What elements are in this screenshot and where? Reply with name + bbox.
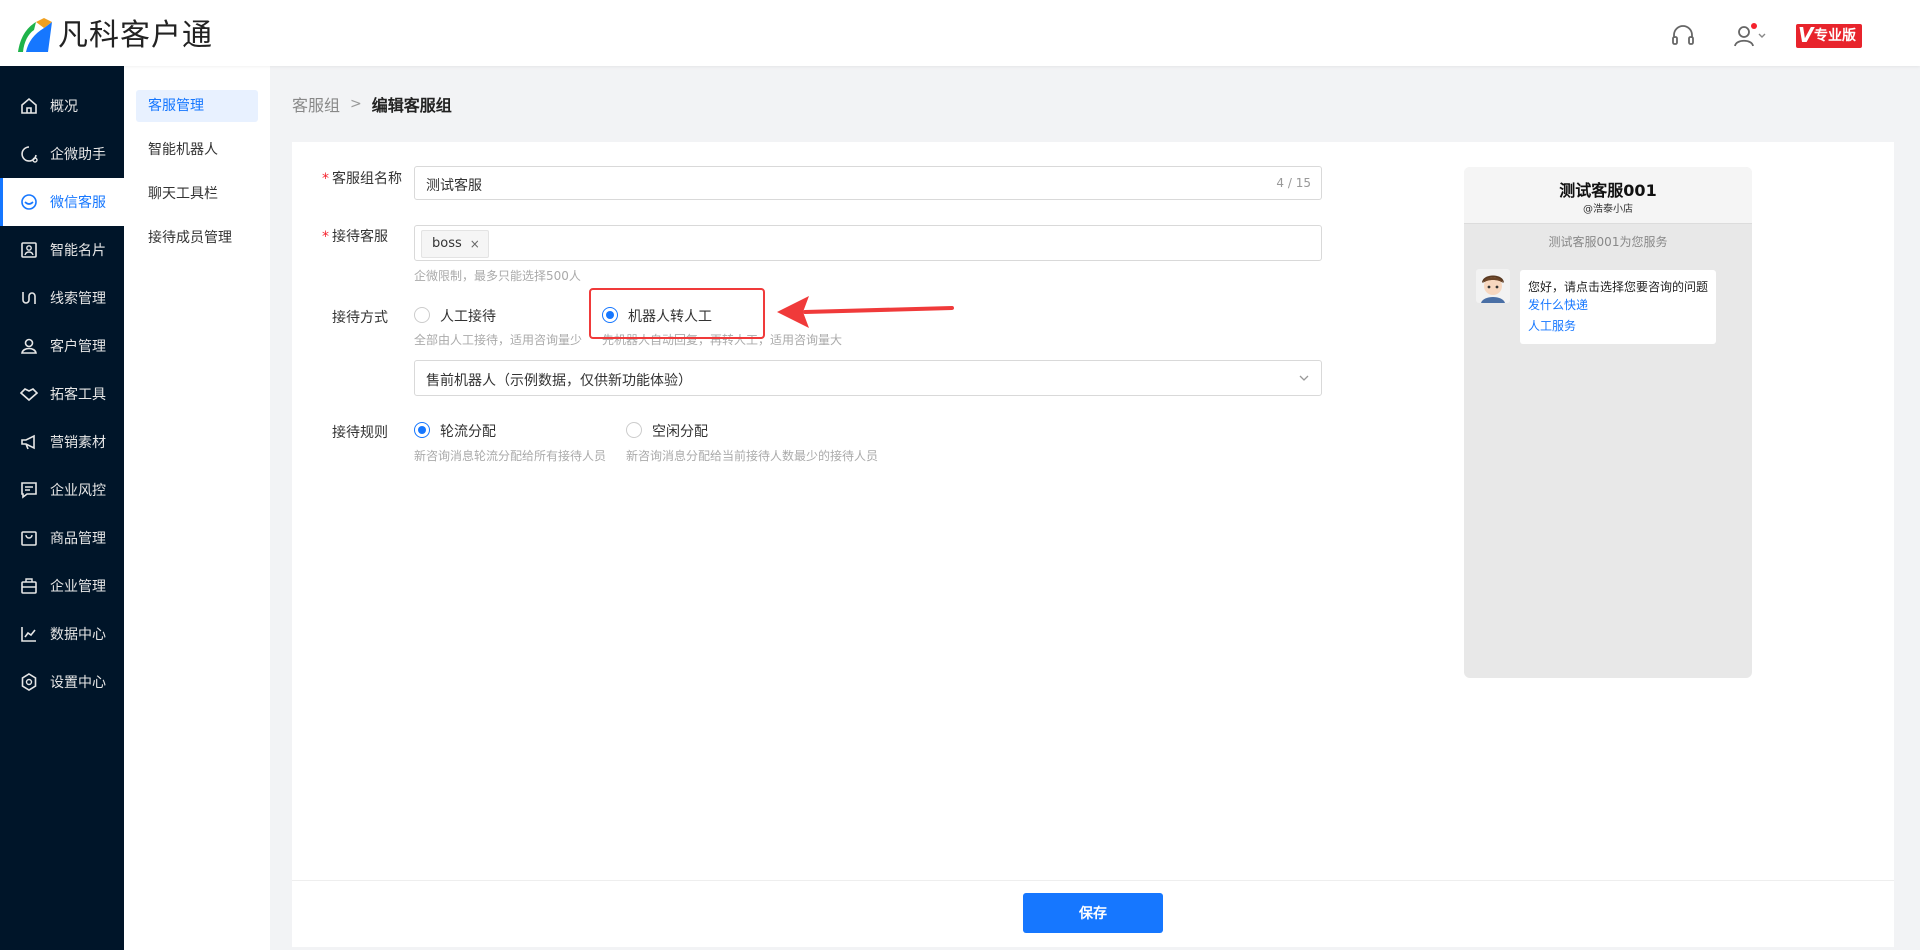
breadcrumb-separator: > [350, 96, 362, 112]
preview-subtitle: @浩泰小店 [1583, 204, 1633, 215]
breadcrumb-parent[interactable]: 客服组 [292, 92, 340, 116]
save-button[interactable]: 保存 [1023, 893, 1163, 933]
preview-serving-text: 测试客服001为您服务 [1548, 235, 1668, 249]
submenu-agent-member-management[interactable]: 接待成员管理 [136, 222, 258, 254]
annotation-highlight-box [589, 288, 765, 339]
rule-idle-hint: 新咨询消息分配给当前接待人数最少的接待人员 [626, 449, 879, 463]
rule-round-robin-radio[interactable] [414, 422, 430, 438]
nav-item-risk-control[interactable]: 企业风控 [0, 466, 124, 514]
annotation-arrow-icon [777, 296, 954, 328]
user-menu-icon[interactable] [1732, 23, 1772, 49]
rule-round-robin-label[interactable]: 轮流分配 [440, 421, 496, 441]
char-counter: 4 / 15 [1276, 176, 1311, 190]
nav-item-wecom-assistant[interactable]: 企微助手 [0, 130, 124, 178]
mode-manual-hint: 全部由人工接待，适用咨询量少 [414, 333, 583, 347]
wechat-service-icon [21, 194, 37, 210]
nav-item-enterprise[interactable]: 企业管理 [0, 562, 124, 610]
nav-item-leads[interactable]: 线索管理 [0, 274, 124, 322]
risk-icon [21, 482, 37, 499]
sub-menu: 客服管理 智能机器人 聊天工具栏 接待成员管理 [124, 66, 270, 950]
settings-icon [21, 673, 37, 691]
page-title: 编辑客服组 [371, 96, 452, 115]
top-header: 凡科客户通 V 专业版 [0, 0, 1920, 66]
mode-manual-label[interactable]: 人工接待 [440, 306, 496, 326]
tag-close-icon[interactable]: × [470, 231, 480, 257]
handshake-icon [20, 388, 38, 402]
submenu-chat-toolbar[interactable]: 聊天工具栏 [136, 178, 258, 210]
preview-title: 测试客服001 [1559, 181, 1657, 200]
leads-icon [22, 292, 36, 304]
rule-idle-radio[interactable] [626, 422, 642, 438]
briefcase-icon [21, 578, 37, 594]
agents-select[interactable]: boss × [414, 225, 1322, 261]
edition-badge[interactable]: V 专业版 [1796, 24, 1862, 48]
preview-header: 测试客服001 @浩泰小店 [1464, 167, 1752, 224]
headset-icon[interactable] [1670, 23, 1696, 49]
bag-icon [21, 531, 37, 546]
submenu-service-management[interactable]: 客服管理 [136, 90, 258, 122]
app-logo[interactable]: 凡科客户通 [14, 16, 213, 56]
agents-label: * 接待客服 [322, 229, 388, 245]
chart-icon [21, 627, 36, 642]
nav-item-products[interactable]: 商品管理 [0, 514, 124, 562]
nav-item-data-center[interactable]: 数据中心 [0, 610, 124, 658]
nav-item-smart-card[interactable]: 智能名片 [0, 226, 124, 274]
mode-label: 接待方式 [332, 310, 388, 326]
preview-link-human-service[interactable]: 人工服务 [1528, 317, 1708, 335]
nav-item-settings[interactable]: 设置中心 [0, 658, 124, 706]
megaphone-icon [21, 434, 35, 450]
chat-assist-icon [21, 146, 38, 163]
mode-manual-radio[interactable] [414, 307, 430, 323]
agent-avatar [1476, 269, 1510, 303]
card-icon [21, 242, 37, 258]
group-name-label: * 客服组名称 [322, 171, 402, 187]
group-name-input[interactable]: 测试客服 4 / 15 [414, 166, 1322, 200]
home-icon [21, 97, 37, 114]
rule-label: 接待规则 [332, 425, 388, 441]
agents-hint: 企微限制，最多只能选择500人 [414, 269, 581, 283]
nav-item-marketing-materials[interactable]: 营销素材 [0, 418, 124, 466]
robot-select[interactable]: 售前机器人（示例数据，仅供新功能体验） [414, 360, 1322, 396]
nav-item-wechat-service[interactable]: 微信客服 [0, 178, 124, 226]
customers-icon [21, 338, 37, 354]
nav-item-acquisition-tools[interactable]: 拓客工具 [0, 370, 124, 418]
agent-tag: boss × [421, 230, 489, 258]
chat-preview: 测试客服001 @浩泰小店 测试客服001为您服务 您好，请点击选择您要咨询的问… [1464, 167, 1752, 678]
rule-round-robin-hint: 新咨询消息轮流分配给所有接待人员 [414, 449, 607, 463]
breadcrumb: 客服组 > 编辑客服组 [292, 92, 452, 116]
app-name: 凡科客户通 [58, 18, 213, 53]
logo-mark-icon [18, 18, 52, 52]
nav-item-overview[interactable]: 概况 [0, 82, 124, 130]
rule-idle-label[interactable]: 空闲分配 [652, 421, 708, 441]
main-nav: 概况 企微助手 微信客服 智能名片 线索管理 客户管理 拓客工具 营销素材 企业… [0, 66, 124, 950]
preview-greeting: 您好，请点击选择您要咨询的问题 [1528, 280, 1709, 294]
nav-item-customers[interactable]: 客户管理 [0, 322, 124, 370]
preview-link-express[interactable]: 发什么快递 [1528, 296, 1708, 314]
preview-message-bubble: 您好，请点击选择您要咨询的问题 发什么快递 人工服务 [1520, 270, 1716, 344]
chevron-down-icon [1299, 375, 1309, 381]
submenu-smart-robot[interactable]: 智能机器人 [136, 134, 258, 166]
